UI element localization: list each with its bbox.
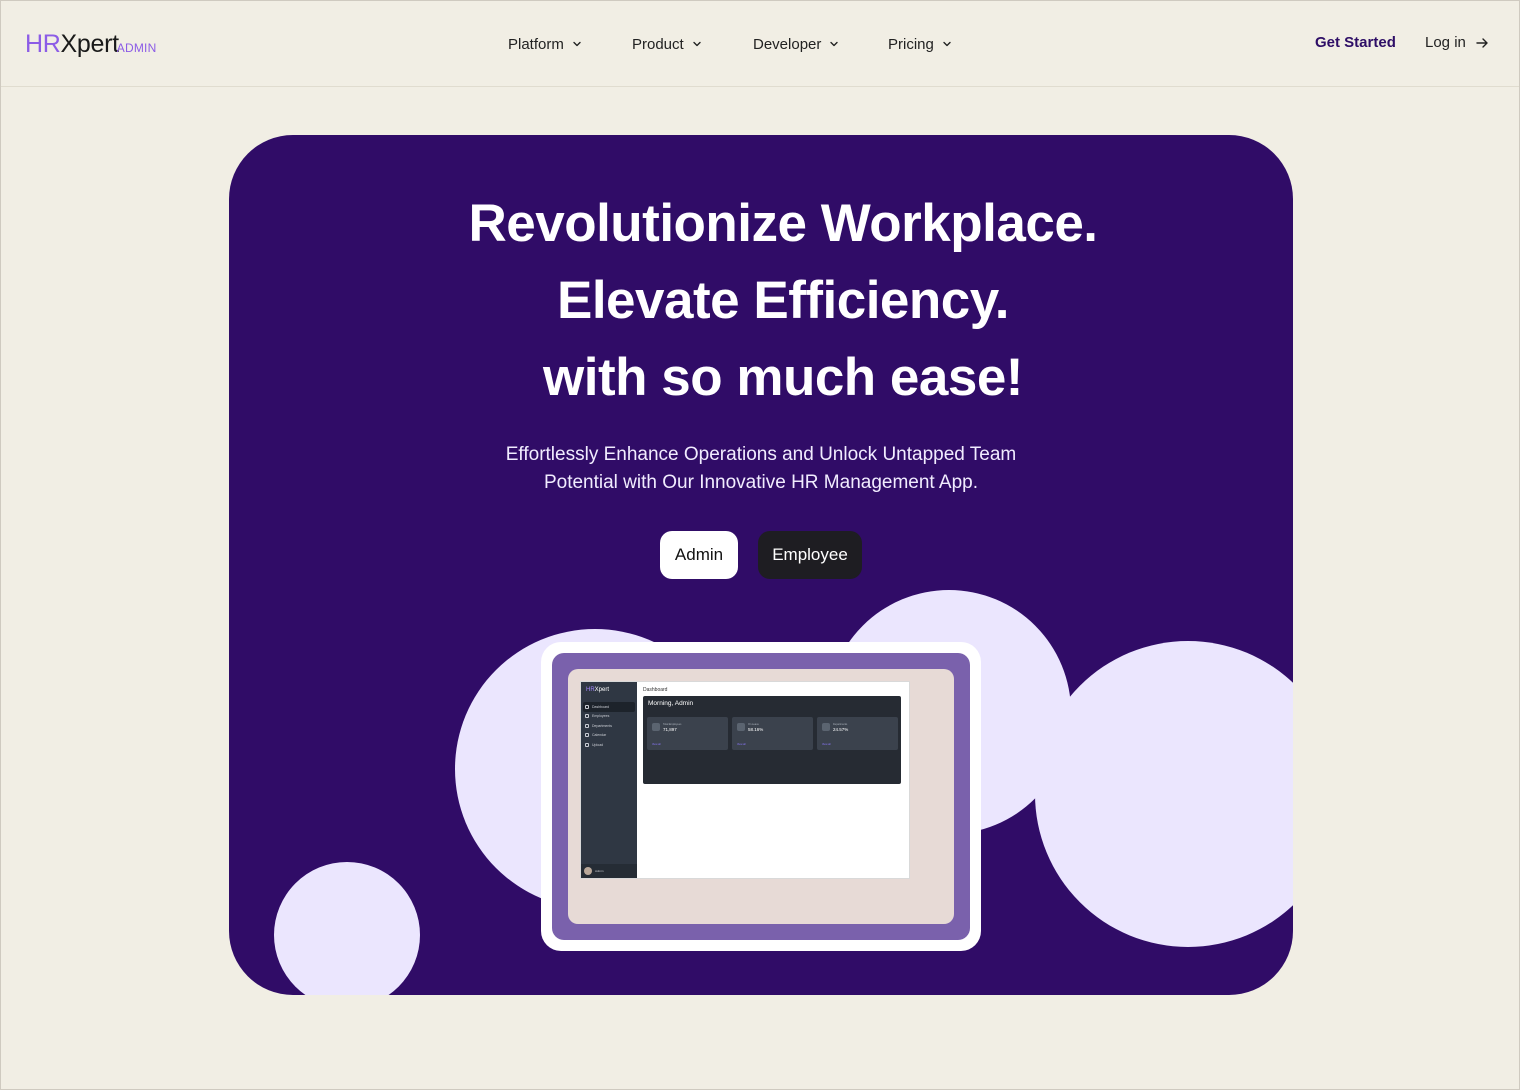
top-navbar: HR Xpert ADMIN Platform Product Develope… [1, 1, 1519, 87]
nav-item-pricing[interactable]: Pricing [888, 33, 952, 55]
hero-headline: Revolutionize Workplace. Elevate Efficie… [229, 185, 1293, 416]
preview-menu-label: Upload [592, 742, 604, 747]
arrow-right-icon [1476, 37, 1488, 48]
dashboard-preview-device: HRXpert Dashboard Employees Departments … [541, 642, 981, 951]
preview-page-title: Dashboard [643, 687, 668, 693]
preview-stat-card: Departments 24.57% View all [817, 717, 898, 750]
stat-label: On Leave [748, 723, 759, 726]
nav-item-label: Product [632, 35, 684, 53]
menu-dot-icon [585, 723, 589, 728]
preview-menu-item: Upload [581, 740, 637, 750]
chevron-down-icon [830, 41, 839, 47]
preview-user: Admin [581, 864, 637, 878]
employee-button[interactable]: Employee [758, 531, 862, 579]
stat-link: View all [652, 743, 661, 746]
preview-logo: HRXpert [586, 687, 609, 693]
stat-label: Total Employees [663, 723, 682, 726]
get-started-link[interactable]: Get Started [1315, 34, 1396, 51]
menu-dot-icon [585, 742, 589, 747]
hero-subtext: Effortlessly Enhance Operations and Unlo… [229, 441, 1293, 497]
stat-link: View all [822, 743, 831, 746]
subtext-line: Effortlessly Enhance Operations and Unlo… [505, 444, 1017, 465]
preview-stat-cards: Total Employees 71,897 View all On Leave… [647, 717, 898, 750]
stat-value: 71,897 [663, 727, 677, 732]
chevron-down-icon [573, 41, 581, 47]
preview-logo-rest: Xpert [594, 687, 610, 693]
preview-menu-item: Dashboard [583, 702, 635, 712]
login-link[interactable]: Log in [1425, 34, 1489, 51]
stat-icon [822, 723, 830, 731]
nav-item-label: Developer [753, 35, 822, 53]
avatar [584, 867, 592, 875]
preview-menu-label: Employees [592, 714, 610, 719]
chevron-down-icon [693, 41, 701, 47]
preview-menu: Dashboard Employees Departments Calendar… [581, 702, 637, 750]
nav-item-label: Pricing [888, 35, 934, 53]
stat-icon [737, 723, 745, 731]
menu-dot-icon [585, 733, 589, 738]
nav-item-label: Platform [508, 35, 564, 53]
decorative-bubble [1035, 641, 1293, 947]
preview-greeting-panel: Morning, Admin Total Employees 71,897 Vi… [643, 696, 901, 784]
preview-menu-label: Dashboard [592, 704, 610, 709]
nav-item-platform[interactable]: Platform [508, 33, 582, 55]
headline-line: Revolutionize Workplace. [468, 194, 1098, 253]
subtext-line: Potential with Our Innovative HR Managem… [543, 472, 979, 493]
preview-user-name: Admin [595, 869, 604, 873]
preview-greeting: Morning, Admin [648, 700, 694, 707]
stat-value: 24.57% [833, 727, 849, 732]
preview-logo-hr: HR [586, 687, 595, 693]
preview-menu-item: Calendar [581, 731, 637, 741]
nav-item-developer[interactable]: Developer [753, 33, 839, 55]
menu-dot-icon [585, 714, 589, 719]
preview-menu-label: Departments [592, 723, 613, 728]
headline-line: with so much ease! [543, 348, 1023, 407]
admin-button[interactable]: Admin [660, 531, 738, 579]
chevron-down-icon [943, 41, 951, 47]
preview-sidebar: HRXpert Dashboard Employees Departments … [581, 682, 637, 878]
stat-value: 58.16% [748, 727, 764, 732]
decorative-bubble [274, 862, 420, 995]
headline-line: Elevate Efficiency. [556, 271, 1010, 330]
main-nav: Platform Product Developer Pricing [1, 33, 1519, 55]
nav-item-product[interactable]: Product [632, 33, 702, 55]
login-label: Log in [1425, 34, 1466, 51]
device-screen: HRXpert Dashboard Employees Departments … [552, 653, 970, 940]
preview-menu-item: Departments [581, 721, 637, 731]
stat-label: Departments [833, 723, 848, 726]
menu-dot-icon [585, 704, 589, 709]
stat-link: View all [737, 743, 746, 746]
preview-main: Dashboard Morning, Admin Total Employees… [637, 682, 909, 878]
preview-menu-item: Employees [581, 712, 637, 722]
hero-section: Revolutionize Workplace. Elevate Efficie… [229, 135, 1293, 995]
stat-icon [652, 723, 660, 731]
preview-stat-card: On Leave 58.16% View all [732, 717, 813, 750]
dashboard-screenshot: HRXpert Dashboard Employees Departments … [580, 681, 910, 879]
preview-stat-card: Total Employees 71,897 View all [647, 717, 728, 750]
preview-menu-label: Calendar [592, 733, 607, 738]
